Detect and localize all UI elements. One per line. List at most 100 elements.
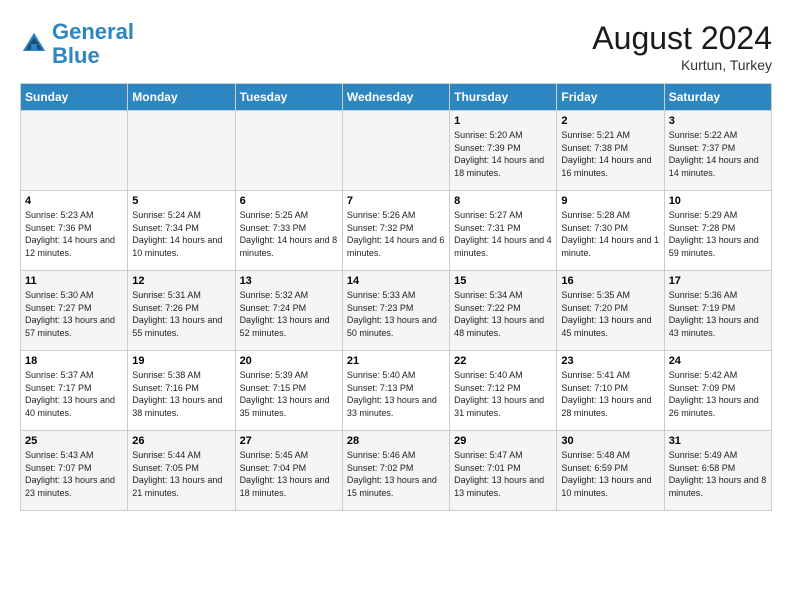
calendar-week-row: 25 Sunrise: 5:43 AMSunset: 7:07 PMDayligh… <box>21 431 772 511</box>
day-info: Sunrise: 5:36 AMSunset: 7:19 PMDaylight:… <box>669 289 767 339</box>
day-info: Sunrise: 5:42 AMSunset: 7:09 PMDaylight:… <box>669 369 767 419</box>
day-info: Sunrise: 5:21 AMSunset: 7:38 PMDaylight:… <box>561 129 659 179</box>
calendar-table: SundayMondayTuesdayWednesdayThursdayFrid… <box>20 83 772 511</box>
day-info: Sunrise: 5:22 AMSunset: 7:37 PMDaylight:… <box>669 129 767 179</box>
calendar-cell: 6Sunrise: 5:25 AMSunset: 7:33 PMDaylight… <box>235 191 342 271</box>
day-number: 13 <box>240 275 338 287</box>
day-info: Sunrise: 5:30 AMSunset: 7:27 PMDaylight:… <box>25 289 123 339</box>
calendar-week-row: 4 Sunrise: 5:23 AMSunset: 7:36 PMDaylight… <box>21 191 772 271</box>
day-number: 29 <box>454 435 552 447</box>
day-info: Sunrise: 5:39 AMSunset: 7:15 PMDaylight:… <box>240 369 338 419</box>
day-info: Sunrise: 5:32 AMSunset: 7:24 PMDaylight:… <box>240 289 338 339</box>
calendar-cell: 28 Sunrise: 5:46 AMSunset: 7:02 PMDayligh… <box>342 431 449 511</box>
day-number: 11 <box>25 275 123 287</box>
day-info: Sunrise: 5:38 AMSunset: 7:16 PMDaylight:… <box>132 369 230 419</box>
calendar-cell: 7 Sunrise: 5:26 AMSunset: 7:32 PMDaylight… <box>342 191 449 271</box>
day-info: Sunrise: 5:33 AMSunset: 7:23 PMDaylight:… <box>347 289 445 339</box>
day-info: Sunrise: 5:45 AMSunset: 7:04 PMDaylight:… <box>240 449 338 499</box>
day-number: 17 <box>669 275 767 287</box>
day-info: Sunrise: 5:40 AMSunset: 7:12 PMDaylight:… <box>454 369 552 419</box>
day-info: Sunrise: 5:34 AMSunset: 7:22 PMDaylight:… <box>454 289 552 339</box>
calendar-cell: 24 Sunrise: 5:42 AMSunset: 7:09 PMDayligh… <box>664 351 771 431</box>
calendar-cell: 21 Sunrise: 5:40 AMSunset: 7:13 PMDayligh… <box>342 351 449 431</box>
day-number: 14 <box>347 275 445 287</box>
header-thursday: Thursday <box>450 84 557 111</box>
logo: General Blue <box>20 20 134 68</box>
calendar-cell: 26 Sunrise: 5:44 AMSunset: 7:05 PMDayligh… <box>128 431 235 511</box>
day-info: Sunrise: 5:31 AMSunset: 7:26 PMDaylight:… <box>132 289 230 339</box>
calendar-cell: 23 Sunrise: 5:41 AMSunset: 7:10 PMDayligh… <box>557 351 664 431</box>
day-number: 25 <box>25 435 123 447</box>
calendar-cell: 29 Sunrise: 5:47 AMSunset: 7:01 PMDayligh… <box>450 431 557 511</box>
day-info: Sunrise: 5:44 AMSunset: 7:05 PMDaylight:… <box>132 449 230 499</box>
day-info: Sunrise: 5:43 AMSunset: 7:07 PMDaylight:… <box>25 449 123 499</box>
logo-icon <box>20 30 48 58</box>
day-number: 3 <box>669 115 767 127</box>
calendar-cell <box>235 111 342 191</box>
calendar-cell: 22Sunrise: 5:40 AMSunset: 7:12 PMDayligh… <box>450 351 557 431</box>
logo-text: General Blue <box>52 20 134 68</box>
day-number: 24 <box>669 355 767 367</box>
logo-line1: General <box>52 19 134 44</box>
day-number: 30 <box>561 435 659 447</box>
calendar-cell: 5Sunrise: 5:24 AMSunset: 7:34 PMDaylight… <box>128 191 235 271</box>
day-number: 7 <box>347 195 445 207</box>
day-info: Sunrise: 5:27 AMSunset: 7:31 PMDaylight:… <box>454 209 552 259</box>
header-saturday: Saturday <box>664 84 771 111</box>
day-number: 1 <box>454 115 552 127</box>
calendar-cell: 17 Sunrise: 5:36 AMSunset: 7:19 PMDayligh… <box>664 271 771 351</box>
day-info: Sunrise: 5:26 AMSunset: 7:32 PMDaylight:… <box>347 209 445 259</box>
calendar-cell: 27Sunrise: 5:45 AMSunset: 7:04 PMDayligh… <box>235 431 342 511</box>
logo-line2: Blue <box>52 43 100 68</box>
calendar-cell: 4 Sunrise: 5:23 AMSunset: 7:36 PMDaylight… <box>21 191 128 271</box>
calendar-cell: 15 Sunrise: 5:34 AMSunset: 7:22 PMDayligh… <box>450 271 557 351</box>
calendar-cell: 20Sunrise: 5:39 AMSunset: 7:15 PMDayligh… <box>235 351 342 431</box>
calendar-week-row: 18 Sunrise: 5:37 AMSunset: 7:17 PMDayligh… <box>21 351 772 431</box>
day-number: 5 <box>132 195 230 207</box>
calendar-cell: 30Sunrise: 5:48 AMSunset: 6:59 PMDayligh… <box>557 431 664 511</box>
day-info: Sunrise: 5:41 AMSunset: 7:10 PMDaylight:… <box>561 369 659 419</box>
day-info: Sunrise: 5:46 AMSunset: 7:02 PMDaylight:… <box>347 449 445 499</box>
calendar-cell: 18 Sunrise: 5:37 AMSunset: 7:17 PMDayligh… <box>21 351 128 431</box>
day-info: Sunrise: 5:37 AMSunset: 7:17 PMDaylight:… <box>25 369 123 419</box>
calendar-cell: 8Sunrise: 5:27 AMSunset: 7:31 PMDaylight… <box>450 191 557 271</box>
day-number: 23 <box>561 355 659 367</box>
calendar-cell: 25 Sunrise: 5:43 AMSunset: 7:07 PMDayligh… <box>21 431 128 511</box>
calendar-cell: 9 Sunrise: 5:28 AMSunset: 7:30 PMDaylight… <box>557 191 664 271</box>
calendar-cell <box>128 111 235 191</box>
day-number: 28 <box>347 435 445 447</box>
calendar-cell <box>21 111 128 191</box>
day-number: 21 <box>347 355 445 367</box>
day-info: Sunrise: 5:23 AMSunset: 7:36 PMDaylight:… <box>25 209 123 259</box>
header-sunday: Sunday <box>21 84 128 111</box>
calendar-cell: 11 Sunrise: 5:30 AMSunset: 7:27 PMDayligh… <box>21 271 128 351</box>
day-info: Sunrise: 5:28 AMSunset: 7:30 PMDaylight:… <box>561 209 659 259</box>
day-info: Sunrise: 5:47 AMSunset: 7:01 PMDaylight:… <box>454 449 552 499</box>
page-header: General Blue August 2024 Kurtun, Turkey <box>20 20 772 73</box>
header-friday: Friday <box>557 84 664 111</box>
day-number: 19 <box>132 355 230 367</box>
day-number: 16 <box>561 275 659 287</box>
calendar-cell: 3 Sunrise: 5:22 AMSunset: 7:37 PMDaylight… <box>664 111 771 191</box>
calendar-cell: 13 Sunrise: 5:32 AMSunset: 7:24 PMDayligh… <box>235 271 342 351</box>
calendar-cell <box>342 111 449 191</box>
day-number: 10 <box>669 195 767 207</box>
calendar-week-row: 1Sunrise: 5:20 AMSunset: 7:39 PMDaylight… <box>21 111 772 191</box>
day-number: 15 <box>454 275 552 287</box>
day-number: 9 <box>561 195 659 207</box>
day-number: 4 <box>25 195 123 207</box>
calendar-cell: 19 Sunrise: 5:38 AMSunset: 7:16 PMDayligh… <box>128 351 235 431</box>
month-year: August 2024 <box>592 20 772 57</box>
day-number: 6 <box>240 195 338 207</box>
calendar-cell: 1Sunrise: 5:20 AMSunset: 7:39 PMDaylight… <box>450 111 557 191</box>
title-area: August 2024 Kurtun, Turkey <box>592 20 772 73</box>
calendar-cell: 10Sunrise: 5:29 AMSunset: 7:28 PMDayligh… <box>664 191 771 271</box>
calendar-cell: 16 Sunrise: 5:35 AMSunset: 7:20 PMDayligh… <box>557 271 664 351</box>
day-info: Sunrise: 5:35 AMSunset: 7:20 PMDaylight:… <box>561 289 659 339</box>
day-info: Sunrise: 5:40 AMSunset: 7:13 PMDaylight:… <box>347 369 445 419</box>
calendar-cell: 14 Sunrise: 5:33 AMSunset: 7:23 PMDayligh… <box>342 271 449 351</box>
day-number: 26 <box>132 435 230 447</box>
day-number: 18 <box>25 355 123 367</box>
calendar-week-row: 11 Sunrise: 5:30 AMSunset: 7:27 PMDayligh… <box>21 271 772 351</box>
calendar-header-row: SundayMondayTuesdayWednesdayThursdayFrid… <box>21 84 772 111</box>
